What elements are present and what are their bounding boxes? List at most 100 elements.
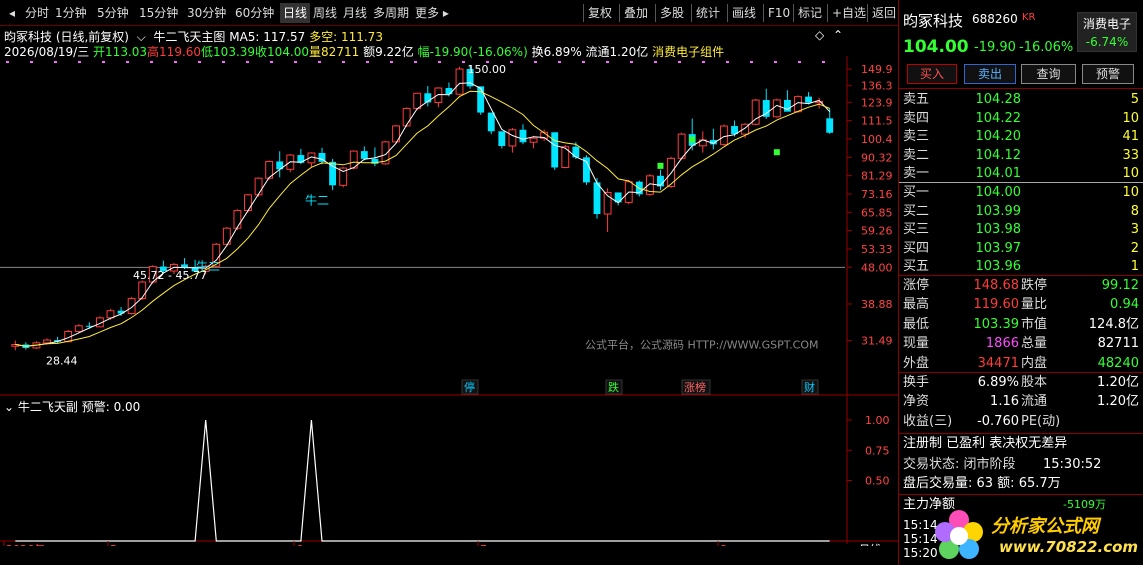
fundamental-row: 收益(三) -0.760 PE(动) [903, 412, 1139, 431]
period-5min-tab[interactable]: 5分钟 [94, 3, 132, 23]
time-axis-label: 2026年 [6, 542, 45, 546]
high-price-label: 150.00 [468, 63, 507, 76]
signal-dot [798, 61, 801, 63]
sub-collapse-icon[interactable]: ⌄ [4, 400, 14, 414]
level-label: 卖三 [903, 129, 930, 145]
period-month-tab[interactable]: 月线 [340, 3, 370, 23]
indicator-name[interactable]: 牛二飞天主图 [153, 30, 225, 44]
period-day-tab[interactable]: 日线 [280, 3, 311, 23]
huaxian-button[interactable]: 画线 [729, 3, 759, 23]
level-volume: 10 [1122, 185, 1139, 200]
add-watchlist-button[interactable]: +自选 [829, 3, 869, 23]
query-button[interactable]: 查询 [1021, 64, 1076, 84]
level-volume: 41 [1122, 129, 1139, 145]
tongji-button[interactable]: 统计 [693, 3, 723, 23]
candle-body [413, 92, 422, 109]
stat-label: PE(动) [1021, 413, 1061, 429]
diamond-icon[interactable]: ◇ [815, 28, 824, 42]
level-price: 104.01 [975, 166, 1022, 182]
level-label: 买二 [903, 203, 930, 219]
candle-body [74, 325, 83, 332]
candle-body [127, 298, 136, 315]
diejia-button[interactable]: 叠加 [621, 3, 651, 23]
price-axis-label: 100.4 [861, 133, 893, 146]
bid-level[interactable]: 买四 103.97 2 [903, 239, 1139, 258]
period-15min-tab[interactable]: 15分钟 [136, 3, 181, 23]
f10-button[interactable]: F10 [765, 3, 793, 23]
level-price: 103.97 [975, 240, 1022, 256]
period-30min-tab[interactable]: 30分钟 [184, 3, 229, 23]
ask-level[interactable]: 卖二 104.12 33 [903, 146, 1139, 165]
price-axis-label: 48.00 [861, 261, 893, 274]
back-button[interactable]: 返回 [869, 3, 899, 23]
level-label: 卖四 [903, 110, 930, 126]
kline-chart[interactable]: 149.9 136.3 123.9 111.5 100.4 90.32 81.29 73.16… [0, 56, 898, 546]
candle-body [720, 125, 728, 145]
stock-title[interactable]: 昀冢科技 (日线,前复权) [4, 30, 129, 44]
stock-name: 昀冢科技 [903, 12, 964, 30]
signal-dot [390, 61, 393, 63]
signal-dot [438, 61, 441, 63]
more-menu-tab[interactable]: 更多 ▸ [412, 3, 452, 23]
collapse-icon[interactable]: ⌃ [833, 28, 843, 42]
stat-label: 股本 [1021, 375, 1048, 390]
low-price-label: 28.44 [46, 354, 78, 367]
candle-body [529, 137, 538, 143]
fuquan-button[interactable]: 复权 [585, 3, 615, 23]
ask-level[interactable]: 卖三 104.20 41 [903, 127, 1139, 146]
toolbar-separator [727, 4, 728, 22]
signal-marker [689, 136, 696, 143]
signal-dot [6, 61, 9, 63]
signal-dot [246, 61, 249, 63]
signal-marker [773, 149, 780, 156]
bid-level[interactable]: 买五 103.96 1 [903, 257, 1139, 276]
bid-level[interactable]: 买三 103.98 3 [903, 220, 1139, 239]
period-1min-tab[interactable]: 1分钟 [52, 3, 90, 23]
level-price: 104.28 [975, 92, 1022, 107]
candle-body [254, 177, 263, 196]
level-price: 103.96 [975, 259, 1022, 275]
logo-url: www.70822.com [999, 538, 1139, 556]
toolbar-separator [793, 4, 794, 22]
buy-button[interactable]: 买入 [907, 64, 957, 84]
level-price: 104.12 [975, 147, 1022, 163]
level-label: 买四 [903, 240, 930, 256]
bid-level[interactable]: 买二 103.99 8 [903, 202, 1139, 221]
reg-line: 注册制 已盈利 表决权无差异 [903, 436, 1068, 451]
flower-logo-icon [935, 510, 983, 559]
candle-body [772, 99, 781, 118]
stat-value: 103.39 [973, 316, 1020, 332]
price-axis-label: 38.88 [861, 298, 893, 311]
biaoji-button[interactable]: 标记 [795, 3, 825, 23]
ask-level[interactable]: 卖五 104.28 5 [903, 90, 1139, 109]
event-marker-label: 财 [804, 380, 815, 394]
back-arrow-icon[interactable]: ◂ [6, 3, 18, 23]
dropdown-icon[interactable]: ⌵ [133, 30, 150, 44]
duokong-value: 多空: 111.73 [309, 30, 383, 44]
period-week-tab[interactable]: 周线 [310, 3, 340, 23]
period-fenshi-tab[interactable]: 分时 [22, 3, 52, 23]
sector-box[interactable]: 消费电子 -6.74% [1077, 12, 1137, 52]
signal-dot [702, 61, 705, 63]
signal-dot [102, 61, 105, 63]
signal-dot [510, 61, 513, 63]
level-price: 104.22 [975, 110, 1022, 126]
ask-level[interactable]: 卖一 104.01 10 [903, 164, 1139, 183]
signal-dot [558, 61, 561, 63]
candle-body [508, 129, 517, 147]
sell-button[interactable]: 卖出 [964, 64, 1016, 84]
signal-marker [657, 162, 664, 169]
sub-indicator-name[interactable]: 牛二飞天副 [18, 400, 78, 414]
alert-button[interactable]: 预警 [1082, 64, 1134, 84]
ask-level[interactable]: 卖四 104.22 10 [903, 109, 1139, 128]
signal-dot [414, 61, 417, 63]
ma5-line [15, 82, 831, 347]
bid-level[interactable]: 买一 104.00 10 [903, 183, 1139, 202]
level-price: 103.99 [975, 203, 1022, 219]
price-axis-label: 90.32 [861, 151, 893, 164]
candle-body [519, 129, 527, 143]
period-multi-tab[interactable]: 多周期 [370, 3, 412, 23]
period-60min-tab[interactable]: 60分钟 [232, 3, 277, 23]
duogu-button[interactable]: 多股 [657, 3, 687, 23]
stock-code: 688260 [972, 12, 1018, 26]
